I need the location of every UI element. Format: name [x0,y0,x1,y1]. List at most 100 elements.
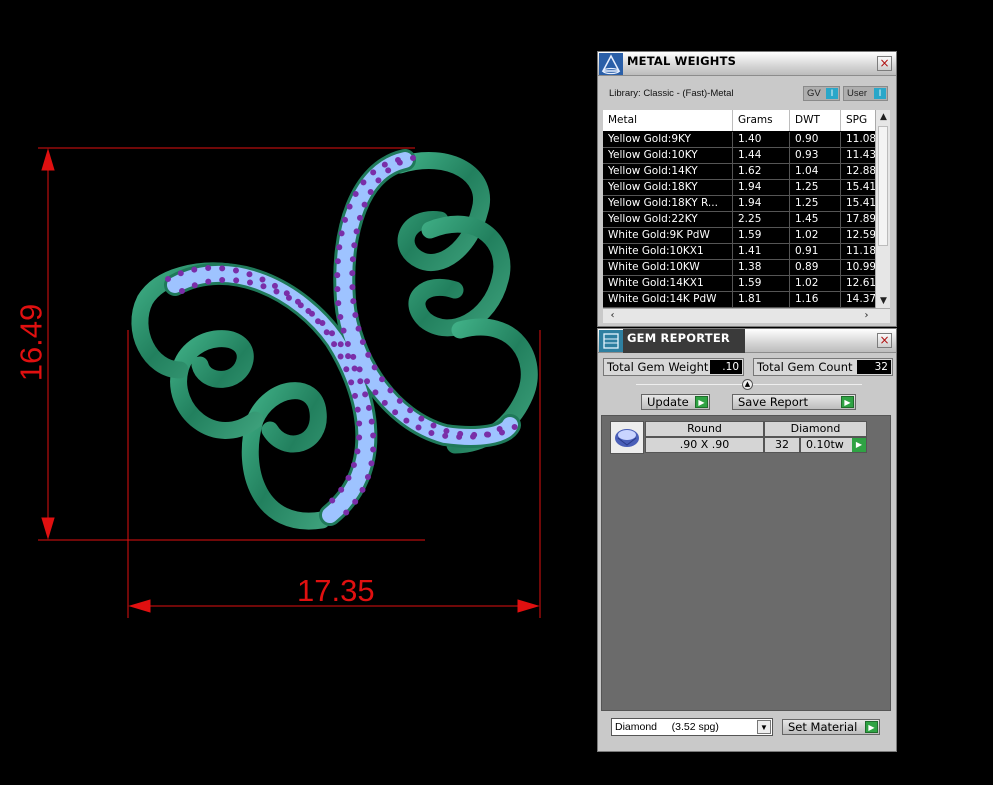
dwt-cell: 0.93 [790,148,841,163]
height-dimension-label: 16.49 [13,303,49,382]
spg-cell: 11.43 [846,149,875,161]
metal-name-cell: Yellow Gold:22KY [603,212,733,227]
spg-cell: 12.59 [846,229,875,241]
round-gem-thumbnail [610,421,644,454]
play-icon: ▶ [695,396,708,408]
grams-cell: 1.59 [733,276,790,291]
metal-weights-close-icon[interactable]: × [877,56,892,71]
play-icon: ▶ [841,396,854,408]
grams-cell: 1.59 [733,228,790,243]
metal-weights-icon [599,53,623,75]
chevron-down-icon[interactable]: ▼ [757,720,771,734]
table-row[interactable]: White Gold:10KX1 1.41 0.91 11.18 [603,244,875,260]
play-icon: ▶ [865,721,878,733]
total-gem-weight-label: Total Gem Weight [607,360,709,374]
gem-shape: Round [645,421,764,437]
metal-name-cell: White Gold:14K PdW [603,292,733,307]
gem-reporter-title-area: GEM REPORTER [623,329,745,353]
metal-weights-panel: METAL WEIGHTS × Library: Classic - (Fast… [597,51,897,327]
save-report-button-label: Save Report [738,395,809,409]
metal-table-body: Yellow Gold:9KY 1.40 0.90 11.08 Yellow Gold:… [603,132,875,308]
metal-name-cell: White Gold:10KW [603,260,733,275]
update-button-label: Update [647,395,689,409]
spg-cell: 11.18 [846,245,875,257]
gem-material: Diamond [764,421,867,437]
gem-size: .90 X .90 [645,437,764,453]
total-gem-count-value: 32 [857,360,891,374]
grams-cell: 1.40 [733,132,790,147]
metal-name-cell: White Gold:14KX1 [603,276,733,291]
scroll-down-icon[interactable]: ▼ [876,294,890,308]
metal-weights-title: METAL WEIGHTS [627,54,737,68]
update-button[interactable]: Update ▶ [641,394,710,410]
spg-cell: 12.61 [846,277,875,289]
spg-cell: 10.99 [846,261,875,273]
total-gem-count-field: Total Gem Count 32 [753,358,893,376]
round-diamond-icon [615,429,639,447]
column-header-spg[interactable]: SPG [841,110,875,131]
dwt-cell: 1.25 [790,180,841,195]
set-material-button[interactable]: Set Material ▶ [782,719,880,735]
column-header-metal[interactable]: Metal [603,110,733,131]
metal-weights-titlebar[interactable]: METAL WEIGHTS × [598,52,896,76]
total-gem-weight-field: Total Gem Weight .10 [603,358,744,376]
table-row[interactable]: Yellow Gold:9KY 1.40 0.90 11.08 [603,132,875,148]
table-row[interactable]: Yellow Gold:18KY 1.94 1.25 15.41 [603,180,875,196]
table-row[interactable]: Yellow Gold:10KY 1.44 0.93 11.43 [603,148,875,164]
table-row[interactable]: Yellow Gold:14KY 1.62 1.04 12.88 [603,164,875,180]
gem-list-area[interactable]: Round Diamond .90 X .90 32 0.10tw ▶ [601,415,891,711]
grams-cell: 1.94 [733,180,790,195]
table-row[interactable]: Yellow Gold:18KY R... 1.94 1.25 15.41 [603,196,875,212]
material-select[interactable]: Diamond (3.52 spg) ▼ [611,718,773,736]
gem-panel-slider-knob[interactable]: ▲ [742,379,753,390]
table-row[interactable]: Yellow Gold:22KY 2.25 1.45 17.89 [603,212,875,228]
gv-toggle-label: GV [807,88,821,99]
metal-name-cell: White Gold:10KX1 [603,244,733,259]
metal-name-cell: Yellow Gold:9KY [603,132,733,147]
grams-cell: 1.41 [733,244,790,259]
gem-weight-button[interactable]: 0.10tw ▶ [800,437,867,453]
gem-count: 32 [764,437,800,453]
grams-cell: 1.44 [733,148,790,163]
play-icon: ▶ [852,438,866,452]
viewport-canvas [38,147,541,618]
column-header-dwt[interactable]: DWT [790,110,841,131]
table-row[interactable]: White Gold:14K PdW 1.81 1.16 14.37 [603,292,875,308]
grams-cell: 1.38 [733,260,790,275]
width-dimension-label: 17.35 [297,573,375,608]
material-select-value: Diamond (3.52 spg) [615,721,719,733]
spg-cell: 12.88 [846,165,875,177]
scroll-up-icon[interactable]: ▲ [876,110,890,124]
dwt-cell: 1.02 [790,228,841,243]
gv-toggle[interactable]: GV I [803,86,840,101]
user-toggle-label: User [847,88,868,99]
gem-card[interactable]: Round Diamond .90 X .90 32 0.10tw ▶ [610,421,867,455]
gem-reporter-titlebar[interactable]: GEM REPORTER × [598,329,896,353]
metal-name-cell: Yellow Gold:10KY [603,148,733,163]
gem-reporter-close-icon[interactable]: × [877,333,892,348]
grams-cell: 1.94 [733,196,790,211]
metal-name-cell: Yellow Gold:14KY [603,164,733,179]
metal-name-cell: Yellow Gold:18KY R... [603,196,733,211]
set-material-button-label: Set Material [788,720,858,734]
scroll-left-icon[interactable]: ‹ [605,309,620,323]
table-row[interactable]: White Gold:10KW 1.38 0.89 10.99 [603,260,875,276]
table-row[interactable]: White Gold:14KX1 1.59 1.02 12.61 [603,276,875,292]
gv-toggle-switch-icon: I [826,88,838,99]
save-report-button[interactable]: Save Report ▶ [732,394,856,410]
spg-cell: 15.41 [846,181,875,193]
cad-viewport[interactable]: 16.49 17.35 [0,0,597,785]
dwt-cell: 1.16 [790,292,841,307]
user-toggle[interactable]: User I [843,86,888,101]
vertical-scroll-thumb[interactable] [878,126,888,246]
gem-reporter-panel: GEM REPORTER × Total Gem Weight .10 Tota… [597,328,897,752]
dwt-cell: 1.02 [790,276,841,291]
metal-weights-table[interactable]: Metal Grams DWT SPG Yellow Gold:9KY 1.40 0… [603,110,890,323]
spg-cell: 15.41 [846,197,875,209]
column-header-grams[interactable]: Grams [733,110,790,131]
metal-table-horizontal-scrollbar[interactable]: ‹ › [603,308,890,323]
metal-table-vertical-scrollbar[interactable]: ▲ ▼ [875,110,890,308]
scroll-right-icon[interactable]: › [859,309,874,323]
metal-name-cell: Yellow Gold:18KY [603,180,733,195]
table-row[interactable]: White Gold:9K PdW 1.59 1.02 12.59 [603,228,875,244]
